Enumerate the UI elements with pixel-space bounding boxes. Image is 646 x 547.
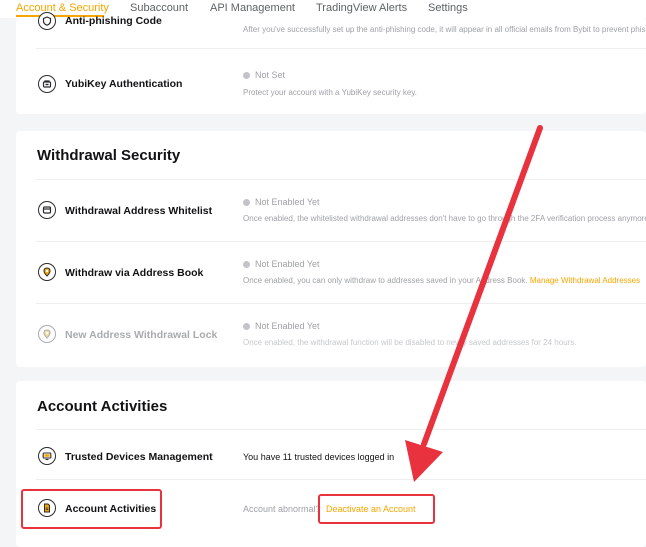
address-lock-description: Once enabled, the withdrawal function wi… [243,338,577,347]
whitelist-icon [38,201,56,219]
whitelist-status: Not Enabled Yet [243,197,320,207]
tab-tradingview-alerts[interactable]: TradingView Alerts [316,2,407,14]
address-lock-status: Not Enabled Yet [243,321,320,331]
tab-account-security[interactable]: Account & Security [16,2,109,14]
status-dot [243,198,250,206]
yubikey-status-text: Not Set [255,70,286,80]
withdrawal-security-title: Withdrawal Security [37,147,181,164]
status-dot [243,71,250,79]
address-book-label[interactable]: Withdraw via Address Book [65,267,203,279]
status-dot [243,322,250,330]
row-divider [36,479,646,480]
yubikey-label[interactable]: YubiKey Authentication [65,78,182,90]
trusted-devices-label[interactable]: Trusted Devices Management [65,451,213,463]
address-lock-label[interactable]: New Address Withdrawal Lock [65,329,217,341]
monitor-icon [38,447,56,465]
address-book-status: Not Enabled Yet [243,259,320,269]
tab-api-management[interactable]: API Management [210,2,295,14]
security-card-top: Anti-phishing Code After you've successf… [16,12,646,114]
anti-phishing-description: After you've successfully set up the ant… [243,25,646,34]
account-activities-highlight [21,489,162,529]
lock-icon [38,325,56,343]
yubikey-icon [38,75,56,93]
address-book-icon [38,263,56,281]
withdrawal-security-card: Withdrawal Security Withdrawal Address W… [16,131,646,367]
manage-withdrawal-addresses-link[interactable]: Manage Withdrawal Addresses [530,276,640,285]
row-divider [36,241,646,242]
address-book-description-text: Once enabled, you can only withdraw to a… [243,276,528,285]
account-abnormal-text: Account abnormal? [243,504,321,514]
trusted-devices-text: You have 11 trusted devices logged in [243,452,395,462]
address-lock-status-text: Not Enabled Yet [255,321,320,331]
shield-icon [38,12,56,30]
row-divider [36,48,646,49]
account-activities-title: Account Activities [37,398,168,415]
section-divider [36,429,646,430]
tab-settings[interactable]: Settings [428,2,468,14]
anti-phishing-label: Anti-phishing Code [65,15,162,27]
section-divider [36,179,646,180]
deactivate-account-highlight [318,494,435,524]
whitelist-description: Once enabled, the whitelisted withdrawal… [243,214,646,223]
status-dot [243,260,250,268]
yubikey-status: Not Set [243,70,285,80]
tab-subaccount[interactable]: Subaccount [130,2,188,14]
address-book-status-text: Not Enabled Yet [255,259,320,269]
withdrawal-whitelist-label[interactable]: Withdrawal Address Whitelist [65,205,212,217]
address-book-description: Once enabled, you can only withdraw to a… [243,276,640,285]
whitelist-status-text: Not Enabled Yet [255,197,320,207]
row-divider [36,303,646,304]
yubikey-description: Protect your account with a YubiKey secu… [243,88,418,97]
